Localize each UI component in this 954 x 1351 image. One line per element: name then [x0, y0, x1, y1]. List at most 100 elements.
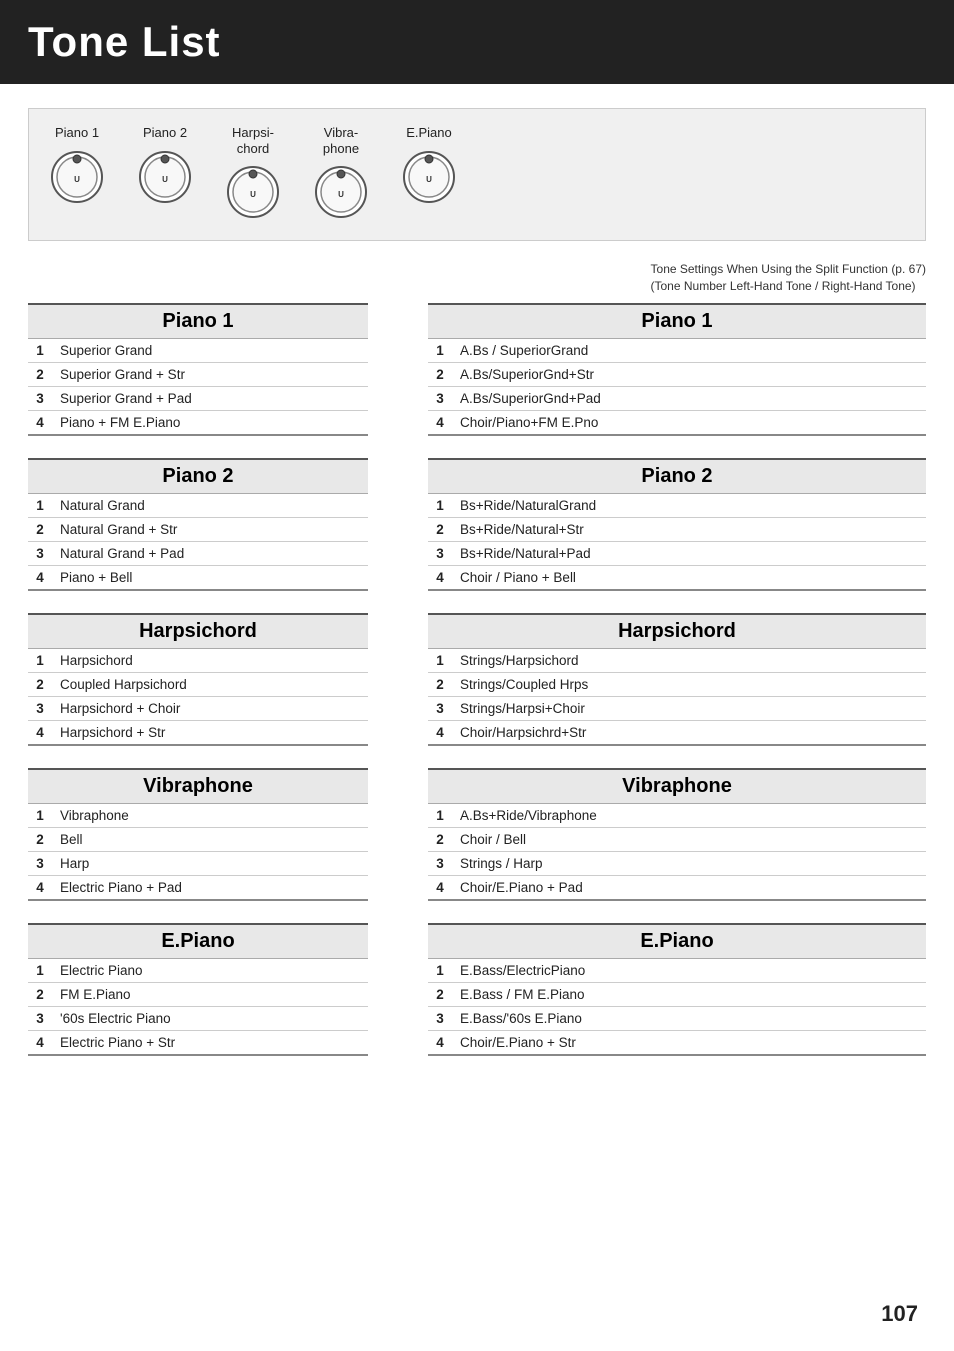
tone-section-e.piano: E.Piano1E.Bass/ElectricPiano2E.Bass / FM…: [428, 923, 926, 1056]
tone-number: 2: [428, 517, 452, 541]
tone-number: 4: [428, 1030, 452, 1055]
tone-name: Electric Piano + Pad: [52, 875, 368, 900]
instrument-item-piano2[interactable]: Piano 2 U: [137, 125, 193, 205]
tone-name: Choir / Bell: [452, 827, 926, 851]
table-row: 1Superior Grand: [28, 339, 368, 363]
tone-name: Coupled Harpsichord: [52, 672, 368, 696]
tone-name: Superior Grand + Str: [52, 362, 368, 386]
tone-name: E.Bass/'60s E.Piano: [452, 1006, 926, 1030]
table-row: 2Natural Grand + Str: [28, 517, 368, 541]
tone-name: Choir/Piano+FM E.Pno: [452, 410, 926, 435]
table-row: 2Superior Grand + Str: [28, 362, 368, 386]
knob-epiano[interactable]: U: [401, 149, 457, 205]
table-row: 2Bs+Ride/Natural+Str: [428, 517, 926, 541]
section-title: Harpsichord: [28, 613, 368, 649]
knob-piano2[interactable]: U: [137, 149, 193, 205]
table-row: 1Strings/Harpsichord: [428, 649, 926, 673]
table-row: 4Harpsichord + Str: [28, 720, 368, 745]
svg-text:U: U: [250, 190, 256, 199]
table-row: 3Bs+Ride/Natural+Pad: [428, 541, 926, 565]
instrument-item-piano1[interactable]: Piano 1 U: [49, 125, 105, 205]
table-row: 4Choir/E.Piano + Str: [428, 1030, 926, 1055]
instrument-panel: Piano 1 U Piano 2 U Harpsi- chord U Vibr…: [28, 108, 926, 241]
tone-number: 4: [28, 875, 52, 900]
table-row: 3'60s Electric Piano: [28, 1006, 368, 1030]
table-row: 1E.Bass/ElectricPiano: [428, 959, 926, 983]
left-column: Piano 11Superior Grand2Superior Grand + …: [28, 303, 368, 1078]
tone-number: 4: [28, 1030, 52, 1055]
svg-text:U: U: [74, 175, 80, 184]
tone-number: 4: [28, 720, 52, 745]
tone-name: Superior Grand + Pad: [52, 386, 368, 410]
table-row: 3Strings / Harp: [428, 851, 926, 875]
tone-name: Strings / Harp: [452, 851, 926, 875]
instrument-label-piano1: Piano 1: [55, 125, 99, 141]
tone-name: Harpsichord + Choir: [52, 696, 368, 720]
instrument-item-vibraphone[interactable]: Vibra- phone U: [313, 125, 369, 220]
tone-number: 3: [28, 851, 52, 875]
instrument-label-harpsichord: Harpsi- chord: [232, 125, 274, 156]
tone-number: 3: [28, 541, 52, 565]
tone-number: 3: [428, 851, 452, 875]
table-row: 3A.Bs/SuperiorGnd+Pad: [428, 386, 926, 410]
table-row: 4Electric Piano + Str: [28, 1030, 368, 1055]
table-row: 3Harp: [28, 851, 368, 875]
table-row: 2Choir / Bell: [428, 827, 926, 851]
table-row: 1A.Bs+Ride/Vibraphone: [428, 804, 926, 828]
table-row: 1Bs+Ride/NaturalGrand: [428, 494, 926, 518]
tone-number: 3: [428, 541, 452, 565]
table-row: 2FM E.Piano: [28, 982, 368, 1006]
tone-section-e.piano: E.Piano1Electric Piano2FM E.Piano3'60s E…: [28, 923, 368, 1056]
tone-name: Bell: [52, 827, 368, 851]
table-row: 4Choir / Piano + Bell: [428, 565, 926, 590]
tone-number: 1: [428, 339, 452, 363]
instrument-item-epiano[interactable]: E.Piano U: [401, 125, 457, 205]
instrument-label-vibraphone: Vibra- phone: [323, 125, 359, 156]
tone-name: E.Bass / FM E.Piano: [452, 982, 926, 1006]
tone-number: 1: [428, 494, 452, 518]
table-row: 3Natural Grand + Pad: [28, 541, 368, 565]
table-row: 1A.Bs / SuperiorGrand: [428, 339, 926, 363]
instrument-item-harpsichord[interactable]: Harpsi- chord U: [225, 125, 281, 220]
section-title: Piano 1: [28, 303, 368, 339]
tone-name: Strings/Harpsi+Choir: [452, 696, 926, 720]
svg-text:U: U: [426, 175, 432, 184]
tone-number: 2: [28, 672, 52, 696]
table-row: 2Coupled Harpsichord: [28, 672, 368, 696]
tone-number: 2: [428, 362, 452, 386]
tone-name: Electric Piano: [52, 959, 368, 983]
tone-name: Choir/E.Piano + Pad: [452, 875, 926, 900]
tone-name: A.Bs+Ride/Vibraphone: [452, 804, 926, 828]
knob-harpsichord[interactable]: U: [225, 164, 281, 220]
tone-name: '60s Electric Piano: [52, 1006, 368, 1030]
table-row: 2E.Bass / FM E.Piano: [428, 982, 926, 1006]
tone-name: Bs+Ride/Natural+Pad: [452, 541, 926, 565]
section-title: Vibraphone: [28, 768, 368, 804]
tone-name: E.Bass/ElectricPiano: [452, 959, 926, 983]
section-title: Piano 2: [428, 458, 926, 494]
table-row: 3Superior Grand + Pad: [28, 386, 368, 410]
table-row: 4Choir/Harpsichrd+Str: [428, 720, 926, 745]
tone-number: 1: [28, 339, 52, 363]
table-row: 3Harpsichord + Choir: [28, 696, 368, 720]
table-row: 4Piano + FM E.Piano: [28, 410, 368, 435]
table-row: 4Choir/E.Piano + Pad: [428, 875, 926, 900]
section-title: E.Piano: [28, 923, 368, 959]
instrument-label-piano2: Piano 2: [143, 125, 187, 141]
tone-name: Harpsichord + Str: [52, 720, 368, 745]
tone-name: Vibraphone: [52, 804, 368, 828]
tone-number: 1: [28, 959, 52, 983]
tone-name: Bs+Ride/Natural+Str: [452, 517, 926, 541]
knob-vibraphone[interactable]: U: [313, 164, 369, 220]
tone-number: 3: [28, 386, 52, 410]
tone-number: 3: [428, 386, 452, 410]
tone-name: Choir/Harpsichrd+Str: [452, 720, 926, 745]
svg-text:U: U: [338, 190, 344, 199]
tone-section-piano-2: Piano 21Natural Grand2Natural Grand + St…: [28, 458, 368, 591]
table-row: 2A.Bs/SuperiorGnd+Str: [428, 362, 926, 386]
tone-number: 2: [28, 517, 52, 541]
knob-piano1[interactable]: U: [49, 149, 105, 205]
tone-name: Strings/Coupled Hrps: [452, 672, 926, 696]
tone-number: 1: [28, 804, 52, 828]
tone-name: Piano + FM E.Piano: [52, 410, 368, 435]
